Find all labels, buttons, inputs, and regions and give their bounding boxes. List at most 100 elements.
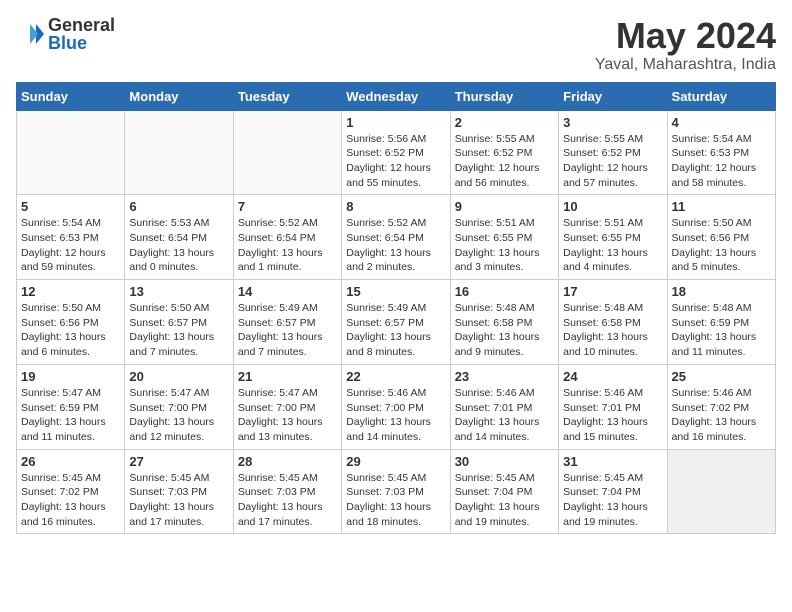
calendar-cell: 25Sunrise: 5:46 AM Sunset: 7:02 PM Dayli… (667, 364, 775, 449)
week-row-3: 19 Sunrise: 5:47 AM Sunset: 6:59 PM Dayli… (17, 364, 776, 449)
calendar-cell (233, 110, 341, 195)
logo: General Blue (16, 16, 115, 52)
cell-text: Sunrise: 5:46 AM Sunset: 7:00 PM Dayligh… (346, 386, 445, 445)
calendar-cell: 7Sunrise: 5:52 AM Sunset: 6:54 PM Daylig… (233, 195, 341, 280)
day-number: 25 (672, 369, 771, 384)
day-number: 17 (563, 284, 662, 299)
header-wednesday: Wednesday (342, 82, 450, 110)
cell-text: Sunrise: 5:48 AM Sunset: 6:59 PM Dayligh… (672, 301, 771, 360)
cell-text: Sunrise: 5:46 AM Sunset: 7:01 PM Dayligh… (563, 386, 662, 445)
calendar-cell: 27 Sunrise: 5:45 AM Sunset: 7:03 PM Dayli… (125, 449, 233, 534)
day-number: 9 (455, 199, 554, 214)
day-number: 15 (346, 284, 445, 299)
calendar-cell: 24 Sunrise: 5:46 AM Sunset: 7:01 PM Dayli… (559, 364, 667, 449)
calendar-cell: 29 Sunrise: 5:45 AM Sunset: 7:03 PM Dayli… (342, 449, 450, 534)
logo-text: General Blue (48, 16, 115, 52)
header-saturday: Saturday (667, 82, 775, 110)
day-number: 19 (21, 369, 120, 384)
cell-text: Sunrise: 5:47 AM Sunset: 7:00 PM Dayligh… (129, 386, 228, 445)
logo-general: General (48, 16, 115, 34)
day-number: 2 (455, 115, 554, 130)
cell-text: Sunrise: 5:50 AM Sunset: 6:57 PM Dayligh… (129, 301, 228, 360)
day-number: 10 (563, 199, 662, 214)
day-number: 23 (455, 369, 554, 384)
week-row-0: 1 Sunrise: 5:56 AM Sunset: 6:52 PM Daylig… (17, 110, 776, 195)
calendar-cell: 3 Sunrise: 5:55 AM Sunset: 6:52 PM Daylig… (559, 110, 667, 195)
calendar-cell: 15 Sunrise: 5:49 AM Sunset: 6:57 PM Dayli… (342, 280, 450, 365)
calendar-cell: 26 Sunrise: 5:45 AM Sunset: 7:02 PM Dayli… (17, 449, 125, 534)
calendar-cell: 16 Sunrise: 5:48 AM Sunset: 6:58 PM Dayli… (450, 280, 558, 365)
cell-text: Sunrise: 5:48 AM Sunset: 6:58 PM Dayligh… (455, 301, 554, 360)
calendar-cell: 20Sunrise: 5:47 AM Sunset: 7:00 PM Dayli… (125, 364, 233, 449)
calendar-body: 1 Sunrise: 5:56 AM Sunset: 6:52 PM Daylig… (17, 110, 776, 534)
day-number: 29 (346, 454, 445, 469)
calendar-cell: 18 Sunrise: 5:48 AM Sunset: 6:59 PM Dayli… (667, 280, 775, 365)
day-number: 1 (346, 115, 445, 130)
cell-text: Sunrise: 5:50 AM Sunset: 6:56 PM Dayligh… (672, 216, 771, 275)
day-number: 3 (563, 115, 662, 130)
day-number: 12 (21, 284, 120, 299)
calendar-cell: 10 Sunrise: 5:51 AM Sunset: 6:55 PM Dayli… (559, 195, 667, 280)
location: Yaval, Maharashtra, India (595, 56, 776, 74)
week-row-2: 12 Sunrise: 5:50 AM Sunset: 6:56 PM Dayli… (17, 280, 776, 365)
day-number: 5 (21, 199, 120, 214)
title-block: May 2024 Yaval, Maharashtra, India (595, 16, 776, 74)
cell-text: Sunrise: 5:56 AM Sunset: 6:52 PM Dayligh… (346, 132, 445, 191)
calendar-cell: 11 Sunrise: 5:50 AM Sunset: 6:56 PM Dayli… (667, 195, 775, 280)
cell-text: Sunrise: 5:45 AM Sunset: 7:03 PM Dayligh… (346, 471, 445, 530)
calendar-cell: 14 Sunrise: 5:49 AM Sunset: 6:57 PM Dayli… (233, 280, 341, 365)
day-number: 18 (672, 284, 771, 299)
day-number: 13 (129, 284, 228, 299)
day-number: 27 (129, 454, 228, 469)
cell-text: Sunrise: 5:45 AM Sunset: 7:04 PM Dayligh… (563, 471, 662, 530)
day-number: 26 (21, 454, 120, 469)
cell-text: Sunrise: 5:47 AM Sunset: 6:59 PM Dayligh… (21, 386, 120, 445)
cell-text: Sunrise: 5:50 AM Sunset: 6:56 PM Dayligh… (21, 301, 120, 360)
cell-text: Sunrise: 5:46 AM Sunset: 7:01 PM Dayligh… (455, 386, 554, 445)
header-tuesday: Tuesday (233, 82, 341, 110)
cell-text: Sunrise: 5:49 AM Sunset: 6:57 PM Dayligh… (346, 301, 445, 360)
calendar-cell: 17 Sunrise: 5:48 AM Sunset: 6:58 PM Dayli… (559, 280, 667, 365)
calendar-cell: 21Sunrise: 5:47 AM Sunset: 7:00 PM Dayli… (233, 364, 341, 449)
calendar-cell: 8 Sunrise: 5:52 AM Sunset: 6:54 PM Daylig… (342, 195, 450, 280)
day-number: 21 (238, 369, 337, 384)
day-number: 7 (238, 199, 337, 214)
cell-text: Sunrise: 5:54 AM Sunset: 6:53 PM Dayligh… (672, 132, 771, 191)
calendar-cell: 19 Sunrise: 5:47 AM Sunset: 6:59 PM Dayli… (17, 364, 125, 449)
calendar-cell (125, 110, 233, 195)
calendar-cell: 9 Sunrise: 5:51 AM Sunset: 6:55 PM Daylig… (450, 195, 558, 280)
calendar-cell: 31 Sunrise: 5:45 AM Sunset: 7:04 PM Dayli… (559, 449, 667, 534)
day-number: 28 (238, 454, 337, 469)
week-row-1: 5Sunrise: 5:54 AM Sunset: 6:53 PM Daylig… (17, 195, 776, 280)
day-number: 11 (672, 199, 771, 214)
header-row: Sunday Monday Tuesday Wednesday Thursday… (17, 82, 776, 110)
cell-text: Sunrise: 5:51 AM Sunset: 6:55 PM Dayligh… (563, 216, 662, 275)
cell-text: Sunrise: 5:55 AM Sunset: 6:52 PM Dayligh… (455, 132, 554, 191)
cell-text: Sunrise: 5:45 AM Sunset: 7:02 PM Dayligh… (21, 471, 120, 530)
cell-text: Sunrise: 5:45 AM Sunset: 7:03 PM Dayligh… (238, 471, 337, 530)
header-monday: Monday (125, 82, 233, 110)
day-number: 31 (563, 454, 662, 469)
cell-text: Sunrise: 5:53 AM Sunset: 6:54 PM Dayligh… (129, 216, 228, 275)
calendar-cell (17, 110, 125, 195)
header-friday: Friday (559, 82, 667, 110)
cell-text: Sunrise: 5:55 AM Sunset: 6:52 PM Dayligh… (563, 132, 662, 191)
header-sunday: Sunday (17, 82, 125, 110)
cell-text: Sunrise: 5:49 AM Sunset: 6:57 PM Dayligh… (238, 301, 337, 360)
cell-text: Sunrise: 5:48 AM Sunset: 6:58 PM Dayligh… (563, 301, 662, 360)
calendar-cell: 4Sunrise: 5:54 AM Sunset: 6:53 PM Daylig… (667, 110, 775, 195)
cell-text: Sunrise: 5:45 AM Sunset: 7:03 PM Dayligh… (129, 471, 228, 530)
calendar-table: Sunday Monday Tuesday Wednesday Thursday… (16, 82, 776, 535)
cell-text: Sunrise: 5:51 AM Sunset: 6:55 PM Dayligh… (455, 216, 554, 275)
day-number: 8 (346, 199, 445, 214)
day-number: 30 (455, 454, 554, 469)
cell-text: Sunrise: 5:45 AM Sunset: 7:04 PM Dayligh… (455, 471, 554, 530)
day-number: 24 (563, 369, 662, 384)
day-number: 16 (455, 284, 554, 299)
week-row-4: 26 Sunrise: 5:45 AM Sunset: 7:02 PM Dayli… (17, 449, 776, 534)
calendar-cell: 1 Sunrise: 5:56 AM Sunset: 6:52 PM Daylig… (342, 110, 450, 195)
day-number: 6 (129, 199, 228, 214)
day-number: 14 (238, 284, 337, 299)
cell-text: Sunrise: 5:52 AM Sunset: 6:54 PM Dayligh… (346, 216, 445, 275)
calendar-cell: 12 Sunrise: 5:50 AM Sunset: 6:56 PM Dayli… (17, 280, 125, 365)
